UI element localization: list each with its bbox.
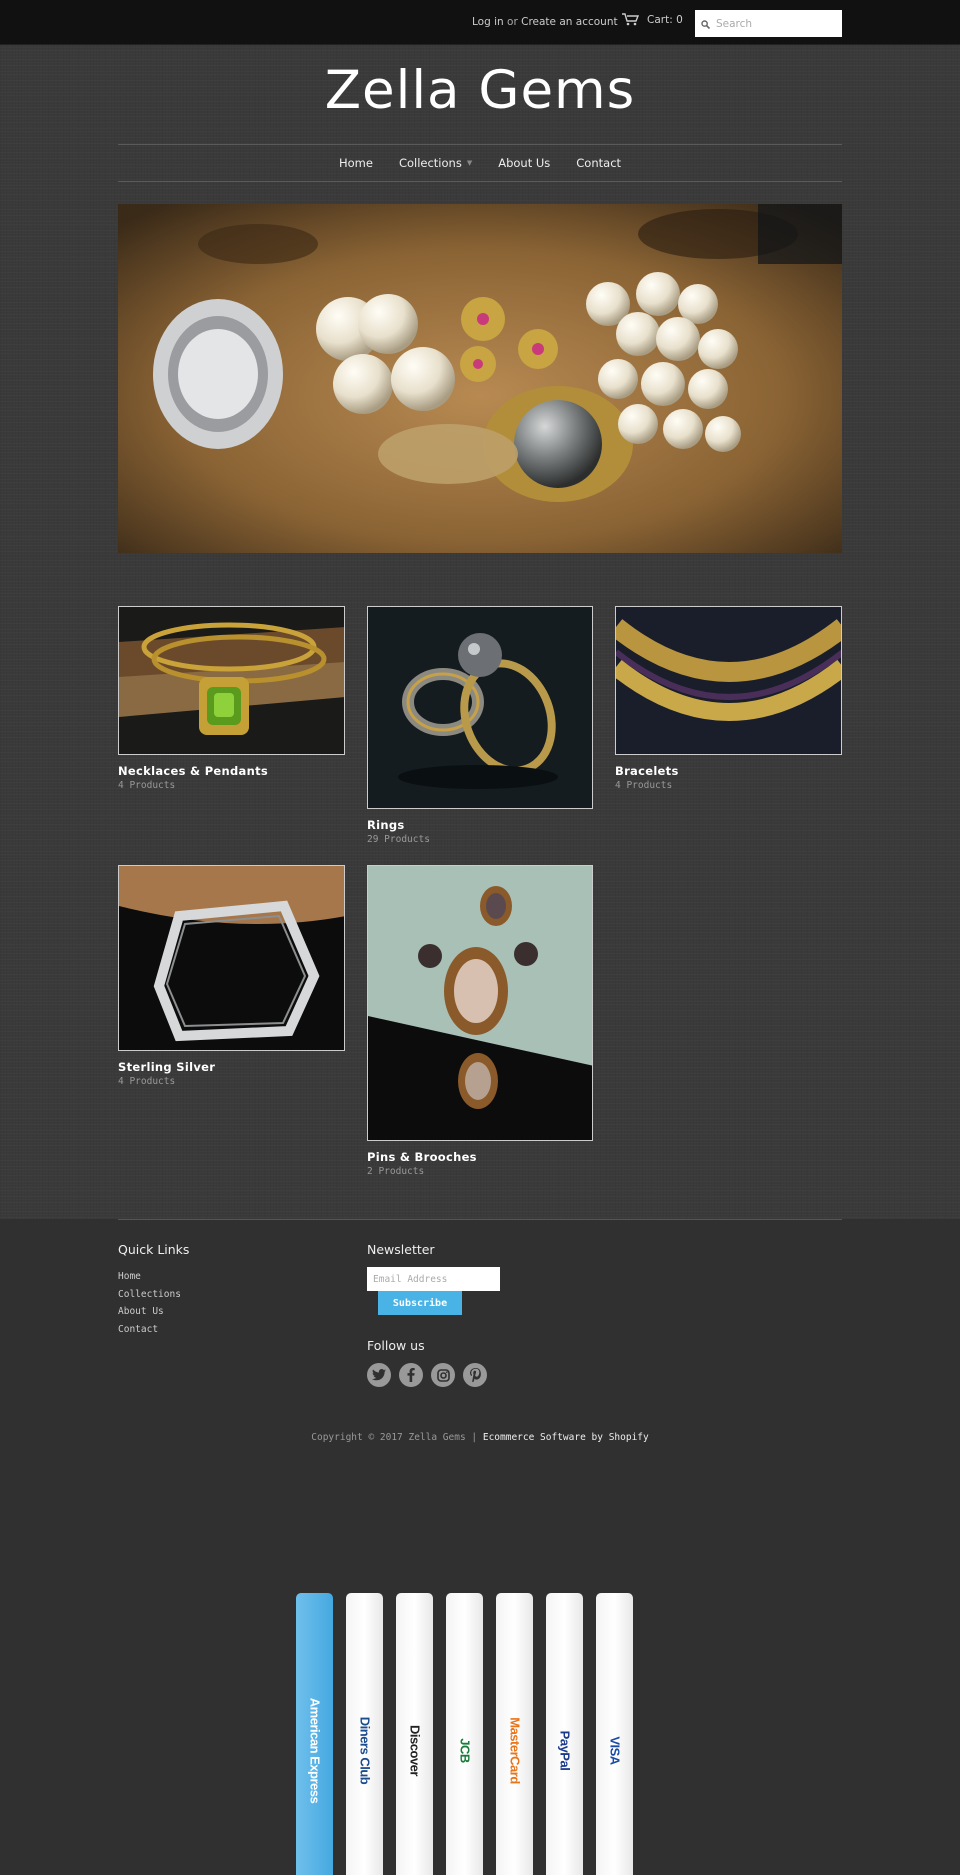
instagram-icon[interactable]	[431, 1363, 455, 1387]
collection-title[interactable]: Rings	[367, 818, 593, 832]
copyright: Copyright © 2017 Zella Gems | Ecommerce …	[0, 1432, 960, 1443]
payment-label: JCB	[457, 1738, 472, 1763]
mastercard-icon: MasterCard	[496, 1593, 533, 1875]
collection-card[interactable]: Rings 29 Products	[367, 606, 593, 845]
nav-about[interactable]: About Us	[498, 156, 550, 170]
newsletter-heading: Newsletter	[367, 1242, 435, 1257]
collection-title[interactable]: Bracelets	[615, 764, 842, 778]
footer-link-about[interactable]: About Us	[118, 1303, 189, 1321]
payment-label: Discover	[407, 1725, 422, 1776]
follow-heading: Follow us	[367, 1338, 425, 1353]
account-links: Log in or Create an account	[472, 16, 618, 28]
quick-links: Quick Links Home Collections About Us Co…	[118, 1242, 189, 1338]
top-bar: Log in or Create an account Cart: 0	[0, 0, 960, 45]
main-nav: Home Collections ▼ About Us Contact	[118, 144, 842, 182]
quick-links-list: Home Collections About Us Contact	[118, 1268, 189, 1338]
collection-card[interactable]: Necklaces & Pendants 4 Products	[118, 606, 345, 791]
collection-count: 2 Products	[367, 1166, 425, 1177]
collection-count: 4 Products	[118, 780, 176, 791]
collection-card[interactable]: Bracelets 4 Products	[615, 606, 842, 791]
newsletter: Newsletter Subscribe	[367, 1242, 500, 1315]
cart-label: Cart: 0	[647, 13, 683, 26]
collection-image-necklaces[interactable]	[118, 606, 345, 755]
twitter-icon[interactable]	[367, 1363, 391, 1387]
collection-image-bracelets[interactable]	[615, 606, 842, 755]
amex-icon: American Express	[296, 1593, 333, 1875]
payment-label: MasterCard	[507, 1717, 522, 1784]
footer-link-collections[interactable]: Collections	[118, 1286, 189, 1304]
nav-home[interactable]: Home	[339, 156, 373, 170]
copyright-text: Copyright © 2017 Zella Gems |	[311, 1432, 478, 1443]
search-box	[695, 10, 842, 37]
nav-contact[interactable]: Contact	[576, 156, 621, 170]
payment-label: VISA	[607, 1736, 622, 1765]
collection-card[interactable]: Pins & Brooches 2 Products	[367, 865, 593, 1177]
or-text: or	[507, 16, 518, 28]
pinterest-icon[interactable]	[463, 1363, 487, 1387]
payment-methods: American Express Diners Club Discover JC…	[296, 1593, 633, 1875]
follow-us: Follow us	[367, 1338, 487, 1387]
login-link[interactable]: Log in	[472, 16, 504, 28]
search-icon	[701, 14, 711, 33]
collection-count: 29 Products	[367, 834, 430, 845]
jcb-icon: JCB	[446, 1593, 483, 1875]
payment-label: American Express	[307, 1697, 322, 1804]
collection-title[interactable]: Necklaces & Pendants	[118, 764, 345, 778]
collection-count: 4 Products	[615, 780, 673, 791]
cart-icon	[622, 13, 639, 26]
collection-title[interactable]: Pins & Brooches	[367, 1150, 593, 1164]
collection-image-rings[interactable]	[367, 606, 593, 809]
diners-club-icon: Diners Club	[346, 1593, 383, 1875]
visa-icon: VISA	[596, 1593, 633, 1875]
chevron-down-icon: ▼	[466, 159, 473, 167]
social-icons	[367, 1363, 487, 1387]
facebook-icon[interactable]	[399, 1363, 423, 1387]
cart-link[interactable]: Cart: 0	[622, 13, 683, 26]
footer-link-contact[interactable]: Contact	[118, 1321, 189, 1339]
collection-card[interactable]: Sterling Silver 4 Products	[118, 865, 345, 1087]
paypal-icon: PayPal	[546, 1593, 583, 1875]
nav-collections[interactable]: Collections ▼	[399, 156, 472, 170]
payment-label: Diners Club	[357, 1716, 372, 1785]
create-account-link[interactable]: Create an account	[521, 16, 617, 28]
collection-count: 4 Products	[118, 1076, 176, 1087]
footer-divider	[118, 1219, 842, 1220]
subscribe-button[interactable]: Subscribe	[378, 1291, 462, 1315]
nav-collections-label: Collections	[398, 156, 462, 170]
quick-links-heading: Quick Links	[118, 1242, 190, 1257]
site-title[interactable]: Zella Gems	[0, 60, 960, 121]
search-input[interactable]	[716, 17, 836, 30]
payment-label: PayPal	[557, 1730, 572, 1771]
shopify-link[interactable]: Ecommerce Software by Shopify	[483, 1432, 649, 1443]
collection-image-sterling-silver[interactable]	[118, 865, 345, 1051]
email-field[interactable]	[367, 1267, 500, 1291]
discover-icon: Discover	[396, 1593, 433, 1875]
footer-link-home[interactable]: Home	[118, 1268, 189, 1286]
collection-title[interactable]: Sterling Silver	[118, 1060, 345, 1074]
hero-banner-image[interactable]	[118, 204, 842, 553]
footer: Quick Links Home Collections About Us Co…	[0, 1219, 960, 1875]
collection-image-pins-brooches[interactable]	[367, 865, 593, 1141]
